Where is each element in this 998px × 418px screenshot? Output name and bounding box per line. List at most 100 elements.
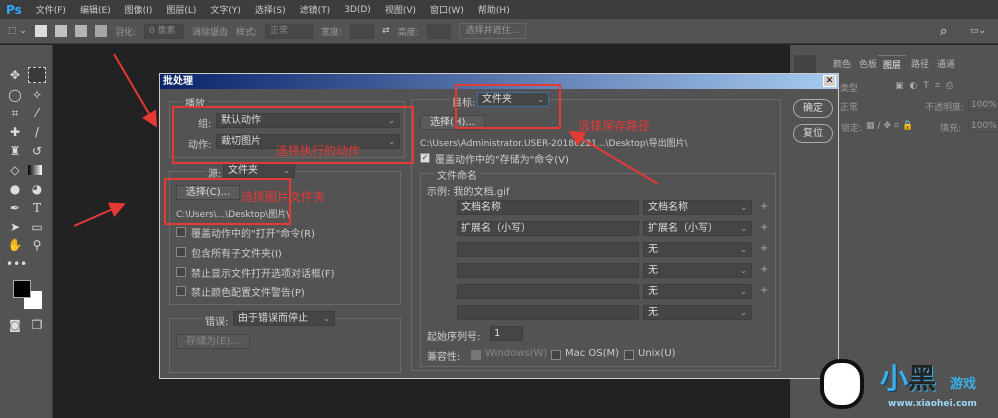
naming-text-input[interactable]: 文档名称 <box>457 200 639 215</box>
naming-select[interactable]: 无 ⌄ <box>643 242 752 257</box>
annotation-folder: 选择图片文件夹 <box>241 190 326 204</box>
errors-select[interactable]: 由于错误而停止 ⌄ <box>233 311 335 326</box>
ok-button[interactable]: 确定 <box>793 99 833 118</box>
menu-edit[interactable]: 编辑(E) <box>80 3 111 16</box>
menu-view[interactable]: 视图(V) <box>385 3 416 16</box>
lock-icons[interactable]: ▦/✥⌗🔒 <box>866 121 916 131</box>
serial-input[interactable]: 1 <box>490 326 523 341</box>
menu-filter[interactable]: 滤镜(T) <box>300 3 331 16</box>
blend-mode-select[interactable]: 正常 <box>840 100 858 113</box>
feather-input[interactable]: 0 像素 <box>143 23 184 39</box>
menu-type[interactable]: 文字(Y) <box>210 3 241 16</box>
foreground-color[interactable] <box>13 280 31 298</box>
stamp-tool-icon[interactable]: ♜ <box>6 143 24 159</box>
subtract-selection-icon[interactable] <box>74 25 87 37</box>
move-tool-icon[interactable]: ✥ <box>6 67 24 83</box>
healing-brush-icon[interactable]: ✚ <box>6 124 24 140</box>
history-brush-icon[interactable]: ↺ <box>28 143 46 159</box>
errors-label: 错误: <box>203 313 231 328</box>
add-naming-field-icon[interactable]: + <box>760 222 768 233</box>
menu-window[interactable]: 窗口(W) <box>430 3 464 16</box>
macos-checkbox[interactable] <box>551 350 561 360</box>
swap-icon[interactable]: ⇄ <box>382 26 390 36</box>
type-tool-icon[interactable]: T <box>28 200 46 216</box>
marquee-preset-icon[interactable]: ⬚ ⌄ <box>8 26 27 36</box>
add-naming-field-icon[interactable]: + <box>760 243 768 254</box>
tab-channels[interactable]: 通道 <box>932 55 960 75</box>
suppress-open-options-checkbox[interactable] <box>176 267 186 277</box>
naming-select[interactable]: 无 ⌄ <box>643 284 752 299</box>
marquee-tool-icon[interactable] <box>28 67 46 83</box>
magic-wand-icon[interactable]: ✧ <box>28 87 46 103</box>
unix-checkbox[interactable] <box>624 350 634 360</box>
photoshop-logo: Ps <box>6 2 22 17</box>
reset-button[interactable]: 复位 <box>793 124 833 143</box>
kind-filter[interactable]: 类型 <box>840 81 858 94</box>
lasso-tool-icon[interactable]: ◯ <box>6 87 24 103</box>
screen-mode-icon[interactable]: ❐ <box>28 317 46 333</box>
override-open-checkbox[interactable] <box>176 227 186 237</box>
naming-text-input[interactable] <box>457 284 639 299</box>
fill-input[interactable]: 100% <box>968 120 998 132</box>
source-select[interactable]: 文件夹 ⌄ <box>223 163 295 178</box>
include-subfolders-label: 包含所有子文件夹(I) <box>191 249 282 260</box>
naming-text-input[interactable] <box>457 305 639 320</box>
height-input[interactable] <box>426 23 451 39</box>
dodge-tool-icon[interactable]: ◕ <box>28 181 46 197</box>
menu-3d[interactable]: 3D(D) <box>344 5 371 15</box>
override-save-checkbox[interactable]: ✓ <box>420 153 430 163</box>
zoom-tool-icon[interactable]: ⚲ <box>28 237 46 253</box>
windows-checkbox[interactable] <box>471 350 481 360</box>
options-bar: ⬚ ⌄ 羽化: 0 像素 消除锯齿 样式: 正常 宽度: ⇄ 高度: 选择并遮住… <box>0 19 998 44</box>
path-select-icon[interactable]: ➤ <box>6 219 24 235</box>
select-and-mask-button[interactable]: 选择并遮住... <box>458 23 527 39</box>
menu-layer[interactable]: 图层(L) <box>166 3 196 16</box>
tab-paths[interactable]: 路径 <box>906 55 934 75</box>
search-icon[interactable]: ⌕ <box>940 24 947 39</box>
hand-tool-icon[interactable]: ✋ <box>6 237 24 253</box>
intersect-selection-icon[interactable] <box>94 25 107 37</box>
pen-tool-icon[interactable]: ✒ <box>6 200 24 216</box>
new-selection-icon[interactable] <box>34 25 47 37</box>
menu-select[interactable]: 选择(S) <box>255 3 286 16</box>
gradient-tool-icon[interactable] <box>28 165 42 175</box>
rectangle-tool-icon[interactable]: ▭ <box>28 219 46 235</box>
width-input[interactable] <box>350 23 375 39</box>
menu-image[interactable]: 图像(I) <box>125 3 153 16</box>
destination-path: C:\Users\Administrator.USER-20180221...\… <box>420 139 688 149</box>
suppress-color-warnings-checkbox[interactable] <box>176 286 186 296</box>
menu-help[interactable]: 帮助(H) <box>478 3 510 16</box>
naming-text-input[interactable]: 扩展名（小写） <box>457 221 639 236</box>
naming-select[interactable]: 扩展名（小写） ⌄ <box>643 221 752 236</box>
crop-tool-icon[interactable]: ⌗ <box>6 105 24 121</box>
tab-color[interactable]: 颜色 <box>828 55 856 75</box>
naming-select[interactable]: 文档名称 ⌄ <box>643 200 752 215</box>
more-tools-icon[interactable]: ••• <box>6 256 27 272</box>
naming-select[interactable]: 无 ⌄ <box>643 305 752 320</box>
watermark-logo: 小黑 游戏 www.xiaohei.com <box>810 355 995 415</box>
add-naming-field-icon[interactable]: + <box>760 264 768 275</box>
tab-layers[interactable]: 图层 <box>878 55 907 75</box>
blur-tool-icon[interactable]: ● <box>6 181 24 197</box>
naming-select[interactable]: 无 ⌄ <box>643 263 752 278</box>
workspace-icon[interactable]: ▭⌄ <box>970 26 986 36</box>
eyedropper-icon[interactable]: ⁄ <box>28 105 46 121</box>
naming-text-input[interactable] <box>457 242 639 257</box>
style-select[interactable]: 正常 <box>265 23 314 39</box>
save-as-button[interactable]: 存储为(E)... <box>176 334 250 349</box>
add-naming-field-icon[interactable]: + <box>760 201 768 212</box>
naming-text-input[interactable] <box>457 263 639 278</box>
eraser-tool-icon[interactable]: ◇ <box>6 162 24 178</box>
source-value: 文件夹 <box>228 165 258 176</box>
add-naming-field-icon[interactable]: + <box>760 285 768 296</box>
antialias-checkbox[interactable]: 消除锯齿 <box>192 25 228 38</box>
quick-mask-icon[interactable]: ◙ <box>6 317 24 333</box>
menu-file[interactable]: 文件(F) <box>36 3 66 16</box>
filter-icons[interactable]: ▣◐T⌗⎙ <box>895 81 959 91</box>
include-subfolders-checkbox[interactable] <box>176 247 186 257</box>
opacity-input[interactable]: 100% <box>968 99 998 111</box>
brush-tool-icon[interactable]: / <box>28 124 46 140</box>
close-icon[interactable]: ✕ <box>823 75 836 87</box>
add-selection-icon[interactable] <box>54 25 67 37</box>
chevron-down-icon: ⌄ <box>740 203 747 212</box>
